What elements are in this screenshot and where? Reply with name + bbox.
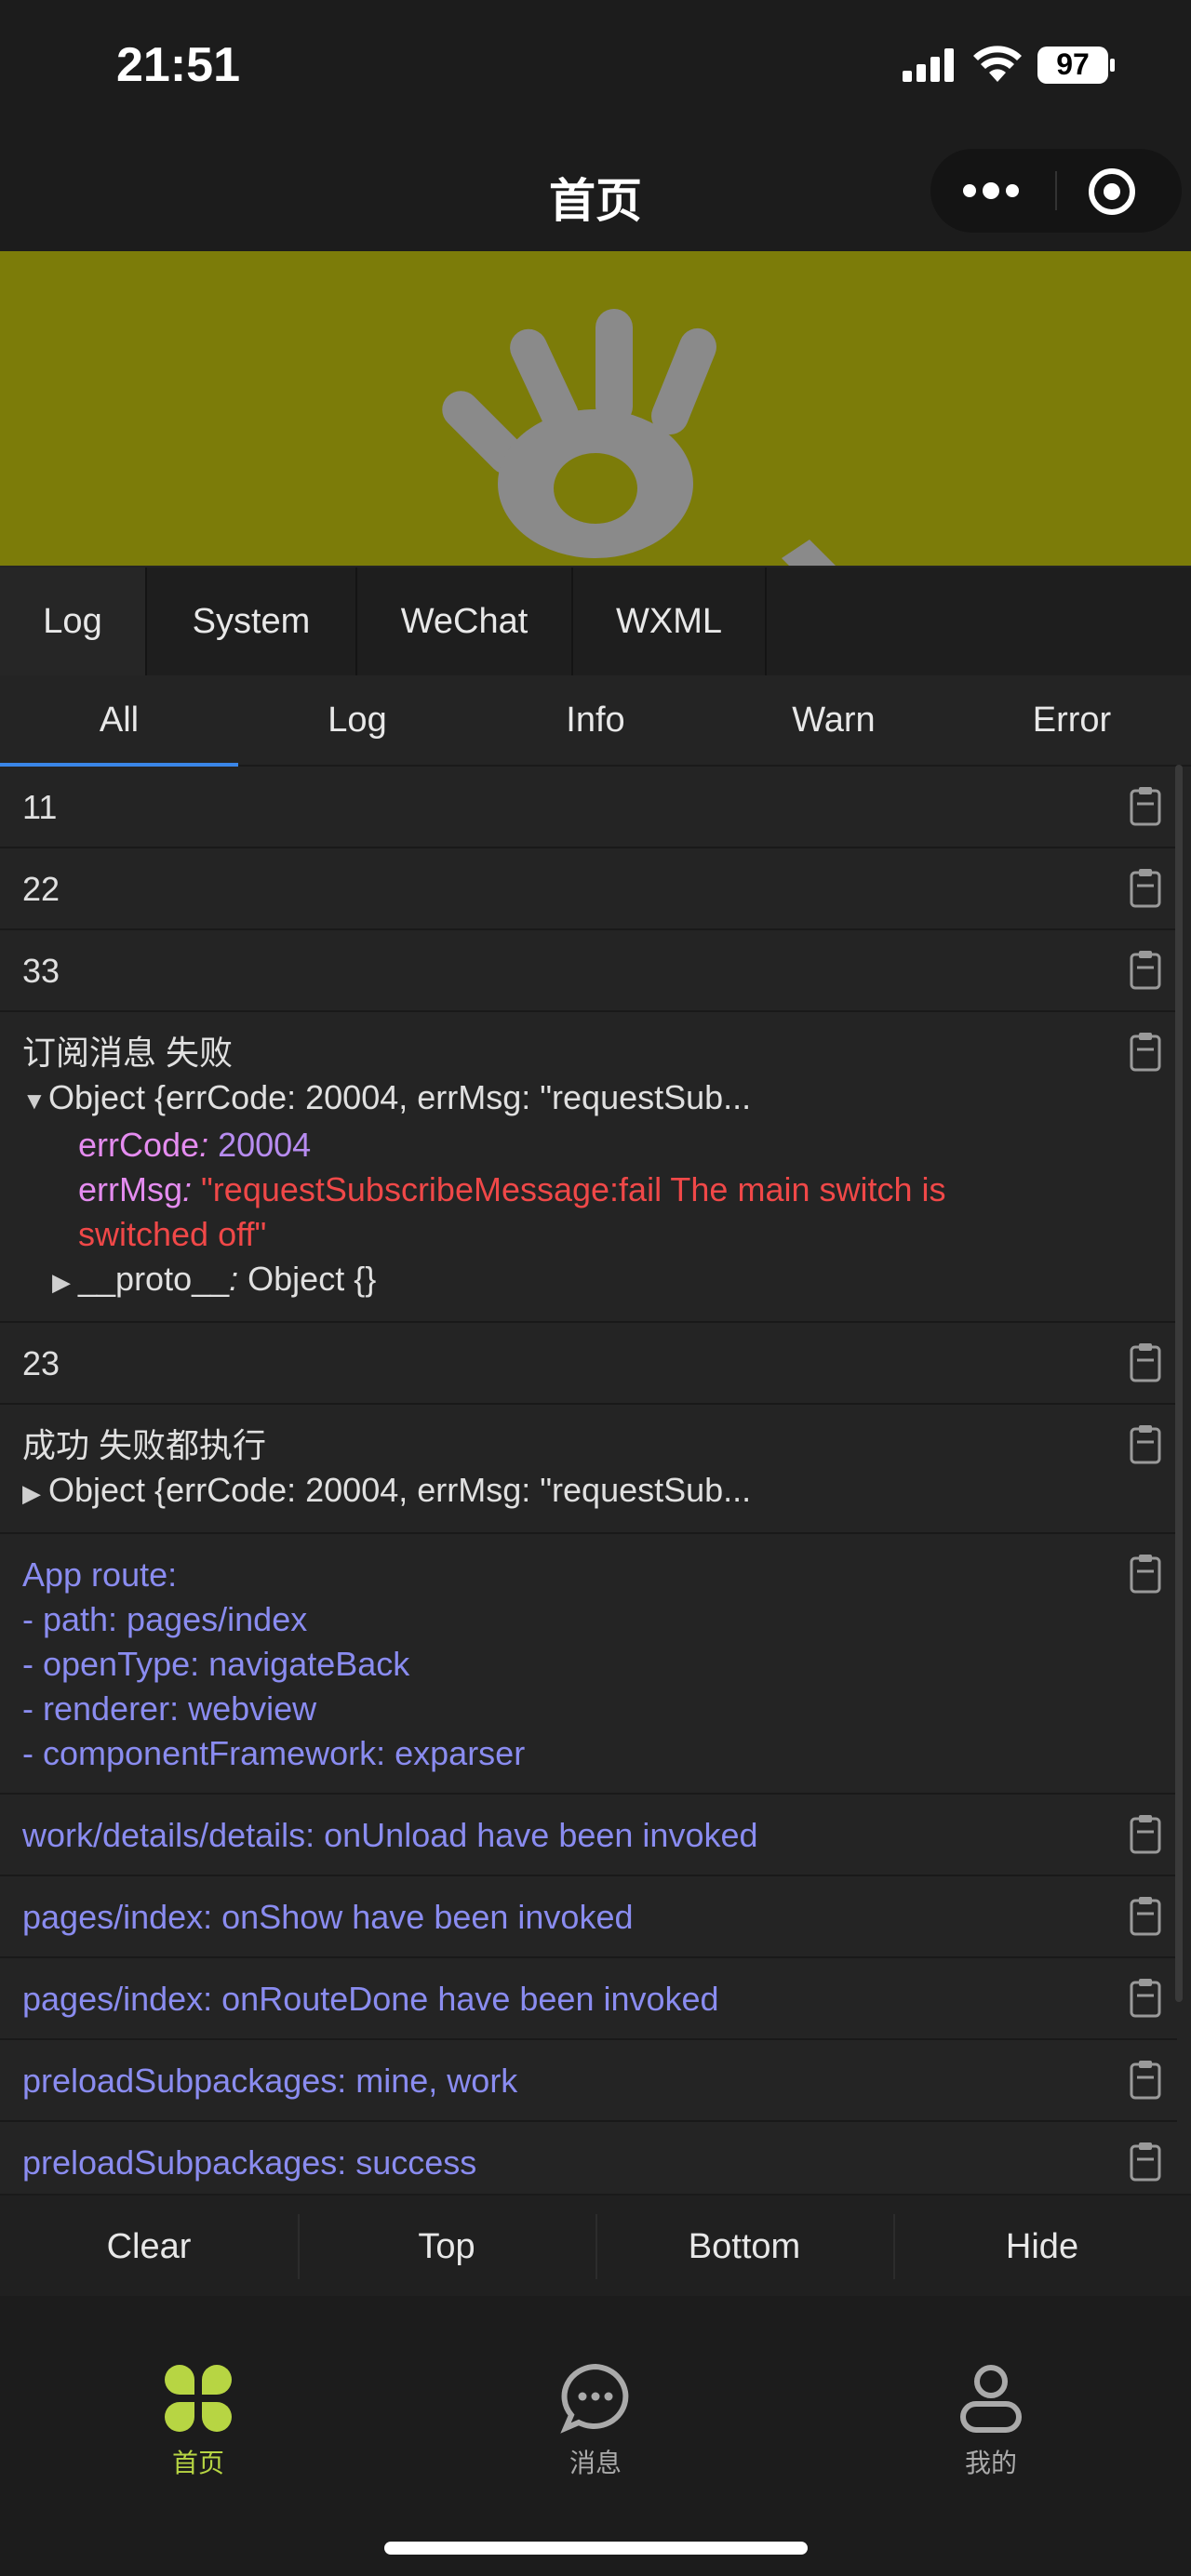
log-entry-system: preloadSubpackages: mine, work bbox=[0, 2040, 1177, 2122]
log-scrollbar[interactable] bbox=[1175, 765, 1183, 2002]
log-entry: 成功 失败都执行 ▶ Object {errCode: 20004, errMsg… bbox=[0, 1405, 1177, 1534]
filter-all[interactable]: All bbox=[0, 675, 238, 767]
object-prop-errcode: errCode: 20004 bbox=[78, 1126, 312, 1164]
copy-icon[interactable] bbox=[1127, 1423, 1164, 1464]
copy-icon[interactable] bbox=[1127, 949, 1164, 990]
object-summary[interactable]: ▶ Object {errCode: 20004, errMsg: "reques… bbox=[22, 1468, 1155, 1515]
prop-key: errMsg bbox=[78, 1170, 183, 1208]
signal-icon bbox=[903, 48, 954, 82]
copy-icon[interactable] bbox=[1127, 1341, 1164, 1382]
log-text: - componentFramework: exparser bbox=[22, 1734, 526, 1772]
status-time: 21:51 bbox=[116, 38, 240, 92]
log-text: 成功 失败都执行 bbox=[22, 1426, 267, 1464]
filter-info[interactable]: Info bbox=[476, 675, 715, 765]
object-summary-text: Object {errCode: 20004, errMsg: "request… bbox=[48, 1471, 752, 1509]
console-toolbar: Clear Top Bottom Hide bbox=[0, 2194, 1191, 2298]
log-text: App route: bbox=[22, 1555, 178, 1594]
tabbar-item-mine[interactable]: 我的 bbox=[898, 2361, 1084, 2480]
banner-image bbox=[0, 251, 1191, 567]
user-icon bbox=[960, 2365, 1022, 2433]
log-entry-system: preloadSubpackages: success bbox=[0, 2122, 1177, 2204]
filter-log[interactable]: Log bbox=[238, 675, 476, 765]
tab-system[interactable]: System bbox=[147, 567, 357, 675]
copy-icon[interactable] bbox=[1127, 1977, 1164, 2018]
object-summary-text: Object {errCode: 20004, errMsg: "request… bbox=[48, 1078, 752, 1116]
copy-icon[interactable] bbox=[1127, 785, 1164, 826]
log-text: work/details/details: onUnload have been… bbox=[22, 1816, 758, 1854]
log-entry-system: work/details/details: onUnload have been… bbox=[0, 1795, 1177, 1876]
log-entry: 23 bbox=[0, 1323, 1177, 1405]
object-summary[interactable]: ▼Object {errCode: 20004, errMsg: "reques… bbox=[22, 1075, 1155, 1123]
copy-icon[interactable] bbox=[1127, 1895, 1164, 1936]
copy-icon[interactable] bbox=[1127, 1813, 1164, 1854]
prop-key: __proto__ bbox=[78, 1260, 230, 1298]
tabbar-label: 我的 bbox=[964, 2448, 1017, 2478]
log-list: 11 22 33 订阅消息 失败 ▼Object {errCode: 20004… bbox=[0, 767, 1177, 2204]
tabbar-label: 消息 bbox=[569, 2448, 622, 2478]
log-entry: 11 bbox=[0, 767, 1177, 848]
log-text: 订阅消息 失败 bbox=[22, 1034, 234, 1072]
more-icon[interactable] bbox=[958, 177, 1024, 205]
clear-button[interactable]: Clear bbox=[0, 2196, 298, 2298]
log-entry: 22 bbox=[0, 848, 1177, 930]
caret-right-icon: ▶ bbox=[52, 1268, 71, 1296]
log-text: preloadSubpackages: mine, work bbox=[22, 2062, 518, 2100]
log-text: preloadSubpackages: success bbox=[22, 2143, 477, 2182]
vconsole-panel-tabs: Log System WeChat WXML bbox=[0, 567, 1191, 675]
status-bar: 21:51 97 bbox=[0, 0, 1191, 130]
battery-level: 97 bbox=[1056, 47, 1090, 81]
copy-icon[interactable] bbox=[1127, 2141, 1164, 2182]
battery-icon: 97 bbox=[1037, 47, 1116, 87]
filter-error[interactable]: Error bbox=[953, 675, 1191, 765]
grid-icon bbox=[165, 2365, 232, 2432]
top-button[interactable]: Top bbox=[298, 2196, 596, 2298]
bottom-tab-bar: 首页 消息 我的 bbox=[0, 2296, 1191, 2576]
mini-program-capsule bbox=[930, 149, 1182, 233]
prop-key: errCode bbox=[78, 1126, 200, 1164]
tab-wxml[interactable]: WXML bbox=[573, 567, 767, 675]
log-text: 23 bbox=[22, 1344, 60, 1382]
prop-value: "requestSubscribeMessage:fail The main s… bbox=[201, 1170, 946, 1208]
copy-icon[interactable] bbox=[1127, 1553, 1164, 1594]
log-text: pages/index: onRouteDone have been invok… bbox=[22, 1980, 719, 2018]
log-entry-system: pages/index: onRouteDone have been invok… bbox=[0, 1958, 1177, 2040]
capsule-divider bbox=[1055, 171, 1057, 210]
log-text: 33 bbox=[22, 952, 60, 990]
log-text: - openType: navigateBack bbox=[22, 1645, 410, 1683]
bottom-button[interactable]: Bottom bbox=[596, 2196, 893, 2298]
hand-logo-icon bbox=[442, 309, 837, 567]
log-filter-tabs: All Log Info Warn Error bbox=[0, 675, 1191, 767]
tabbar-label: 首页 bbox=[171, 2448, 224, 2478]
object-prop-errmsg: errMsg: "requestSubscribeMessage:fail Th… bbox=[78, 1170, 946, 1208]
prop-value: 20004 bbox=[218, 1126, 312, 1164]
log-text: pages/index: onShow have been invoked bbox=[22, 1898, 634, 1936]
log-text: 22 bbox=[22, 870, 60, 908]
log-entry: 33 bbox=[0, 930, 1177, 1012]
log-text: 11 bbox=[22, 788, 58, 826]
log-text: - path: pages/index bbox=[22, 1600, 308, 1638]
chat-icon bbox=[560, 2363, 629, 2434]
home-indicator[interactable] bbox=[384, 2542, 808, 2555]
log-entry-system: App route: - path: pages/index - openTyp… bbox=[0, 1534, 1177, 1795]
prop-value: Object {} bbox=[248, 1260, 377, 1298]
close-target-icon[interactable] bbox=[1084, 164, 1140, 220]
log-entry: 订阅消息 失败 ▼Object {errCode: 20004, errMsg:… bbox=[0, 1012, 1177, 1323]
copy-icon[interactable] bbox=[1127, 1031, 1164, 1072]
caret-right-icon: ▶ bbox=[22, 1479, 41, 1507]
tab-log[interactable]: Log bbox=[0, 567, 147, 675]
prop-value-continued: switched off" bbox=[78, 1215, 267, 1253]
copy-icon[interactable] bbox=[1127, 2059, 1164, 2100]
filter-warn[interactable]: Warn bbox=[715, 675, 953, 765]
log-entry-system: pages/index: onShow have been invoked bbox=[0, 1876, 1177, 1958]
caret-down-icon: ▼ bbox=[22, 1087, 47, 1114]
tabbar-item-home[interactable]: 首页 bbox=[105, 2361, 291, 2480]
object-prop-proto[interactable]: ▶ __proto__: Object {} bbox=[22, 1257, 1155, 1304]
tab-wechat[interactable]: WeChat bbox=[357, 567, 573, 675]
wifi-icon bbox=[973, 46, 1022, 82]
hide-button[interactable]: Hide bbox=[893, 2196, 1191, 2298]
log-text: - renderer: webview bbox=[22, 1689, 317, 1728]
tabbar-item-messages[interactable]: 消息 bbox=[502, 2361, 689, 2480]
copy-icon[interactable] bbox=[1127, 867, 1164, 908]
